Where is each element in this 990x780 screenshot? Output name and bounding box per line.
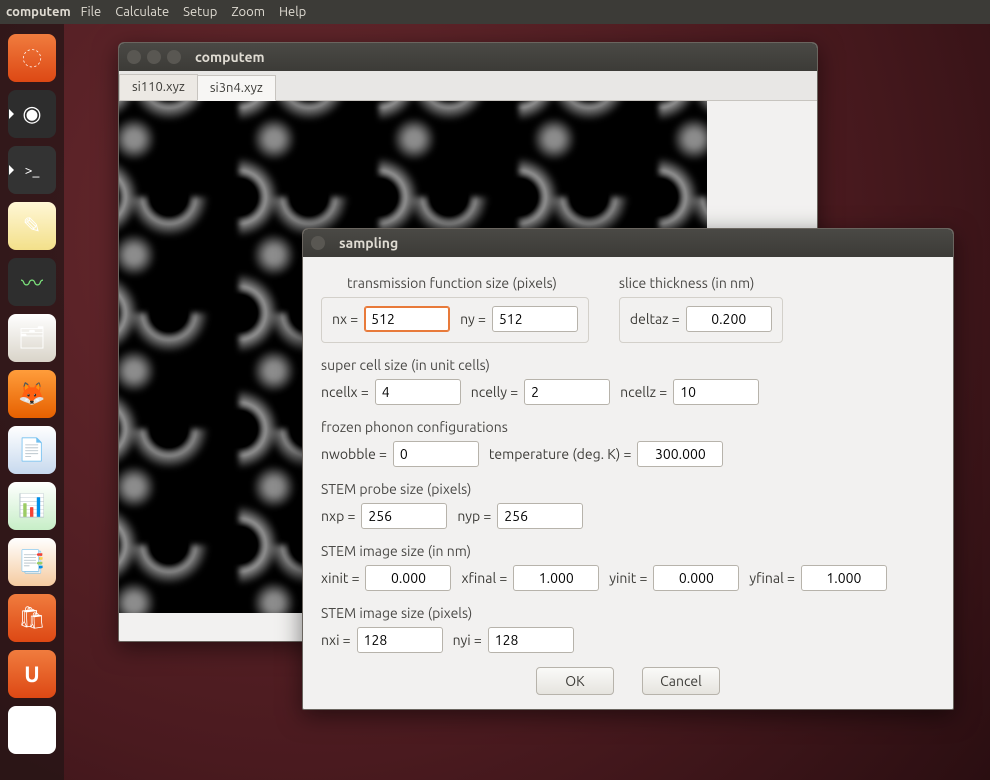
nyp-label: nyp = (457, 508, 491, 524)
menu-calculate[interactable]: Calculate (115, 5, 169, 19)
temperature-label: temperature (deg. K) = (489, 446, 631, 462)
nyi-label: nyi = (453, 632, 482, 648)
launcher-draw-icon[interactable]: ✎ (8, 202, 56, 250)
tab-si3n4[interactable]: si3n4.xyz (197, 75, 276, 101)
nxi-label: nxi = (321, 632, 351, 648)
nwobble-input[interactable] (393, 441, 479, 467)
sampling-title: sampling (339, 235, 398, 251)
nx-input[interactable] (364, 306, 450, 332)
ok-button[interactable]: OK (536, 667, 614, 695)
launcher-calc-icon[interactable]: 📊 (8, 482, 56, 530)
maximize-icon[interactable] (167, 50, 181, 64)
ncellx-label: ncellx = (321, 384, 369, 400)
deltaz-label: deltaz = (630, 311, 680, 327)
global-menubar: computem File Calculate Setup Zoom Help (0, 0, 990, 24)
xfinal-label: xfinal = (461, 570, 507, 586)
ncellz-label: ncellz = (620, 384, 667, 400)
computem-title: computem (195, 49, 265, 65)
yfinal-label: yfinal = (749, 570, 794, 586)
deltaz-input[interactable] (686, 306, 772, 332)
launcher-ubuntuone-icon[interactable]: U (8, 650, 56, 698)
phonon-label: frozen phonon configurations (321, 419, 935, 435)
temperature-input[interactable] (637, 441, 723, 467)
xfinal-input[interactable] (513, 565, 599, 591)
launcher-software-icon[interactable]: 🛍 (8, 594, 56, 642)
ncelly-input[interactable] (524, 379, 610, 405)
ncellz-input[interactable] (673, 379, 759, 405)
launcher-writer-icon[interactable]: 📄 (8, 426, 56, 474)
imgsize-nm-label: STEM image size (in nm) (321, 543, 935, 559)
cancel-button[interactable]: Cancel (642, 667, 720, 695)
menu-help[interactable]: Help (279, 5, 306, 19)
launcher-files-icon[interactable]: 🗂 (8, 314, 56, 362)
imgsize-px-label: STEM image size (pixels) (321, 605, 935, 621)
nxp-label: nxp = (321, 508, 355, 524)
ny-label: ny = (460, 311, 486, 327)
nxi-input[interactable] (357, 627, 443, 653)
nyp-input[interactable] (497, 503, 583, 529)
ncelly-label: ncelly = (471, 384, 518, 400)
nx-label: nx = (332, 311, 358, 327)
launcher-firefox-icon[interactable]: 🦊 (8, 370, 56, 418)
slice-box: deltaz = (619, 297, 783, 343)
close-icon[interactable] (127, 50, 141, 64)
yfinal-input[interactable] (801, 565, 887, 591)
launcher-terminal-icon[interactable]: >_ (8, 146, 56, 194)
ncellx-input[interactable] (375, 379, 461, 405)
tab-si110[interactable]: si110.xyz (119, 74, 198, 100)
yinit-label: yinit = (609, 570, 647, 586)
yinit-input[interactable] (653, 565, 739, 591)
xinit-label: xinit = (321, 570, 359, 586)
sampling-dialog: sampling transmission function size (pix… (302, 228, 954, 710)
unity-launcher: ◌ ◉ >_ ✎ 〰 🗂 🦊 📄 📊 📑 🛍 U a (0, 24, 64, 780)
nwobble-label: nwobble = (321, 446, 387, 462)
supercell-label: super cell size (in unit cells) (321, 357, 935, 373)
slice-label: slice thickness (in nm) (619, 275, 783, 291)
nxp-input[interactable] (361, 503, 447, 529)
file-tabs: si110.xyz si3n4.xyz (119, 71, 817, 101)
menu-zoom[interactable]: Zoom (231, 5, 265, 19)
transmission-box: nx = ny = (321, 297, 589, 343)
probe-label: STEM probe size (pixels) (321, 481, 935, 497)
menubar-app-name: computem (6, 5, 71, 19)
minimize-icon[interactable] (147, 50, 161, 64)
menu-file[interactable]: File (81, 5, 102, 19)
menu-setup[interactable]: Setup (183, 5, 217, 19)
computem-titlebar[interactable]: computem (119, 43, 817, 71)
launcher-amazon-icon[interactable]: a (8, 706, 56, 754)
launcher-sysmon-icon[interactable]: 〰 (8, 258, 56, 306)
launcher-computem-icon[interactable]: ◉ (8, 90, 56, 138)
nyi-input[interactable] (488, 627, 574, 653)
close-icon[interactable] (311, 236, 325, 250)
launcher-dash-icon[interactable]: ◌ (8, 34, 56, 82)
transmission-label: transmission function size (pixels) (347, 275, 589, 291)
launcher-impress-icon[interactable]: 📑 (8, 538, 56, 586)
ny-input[interactable] (492, 306, 578, 332)
sampling-titlebar[interactable]: sampling (303, 229, 953, 257)
xinit-input[interactable] (365, 565, 451, 591)
